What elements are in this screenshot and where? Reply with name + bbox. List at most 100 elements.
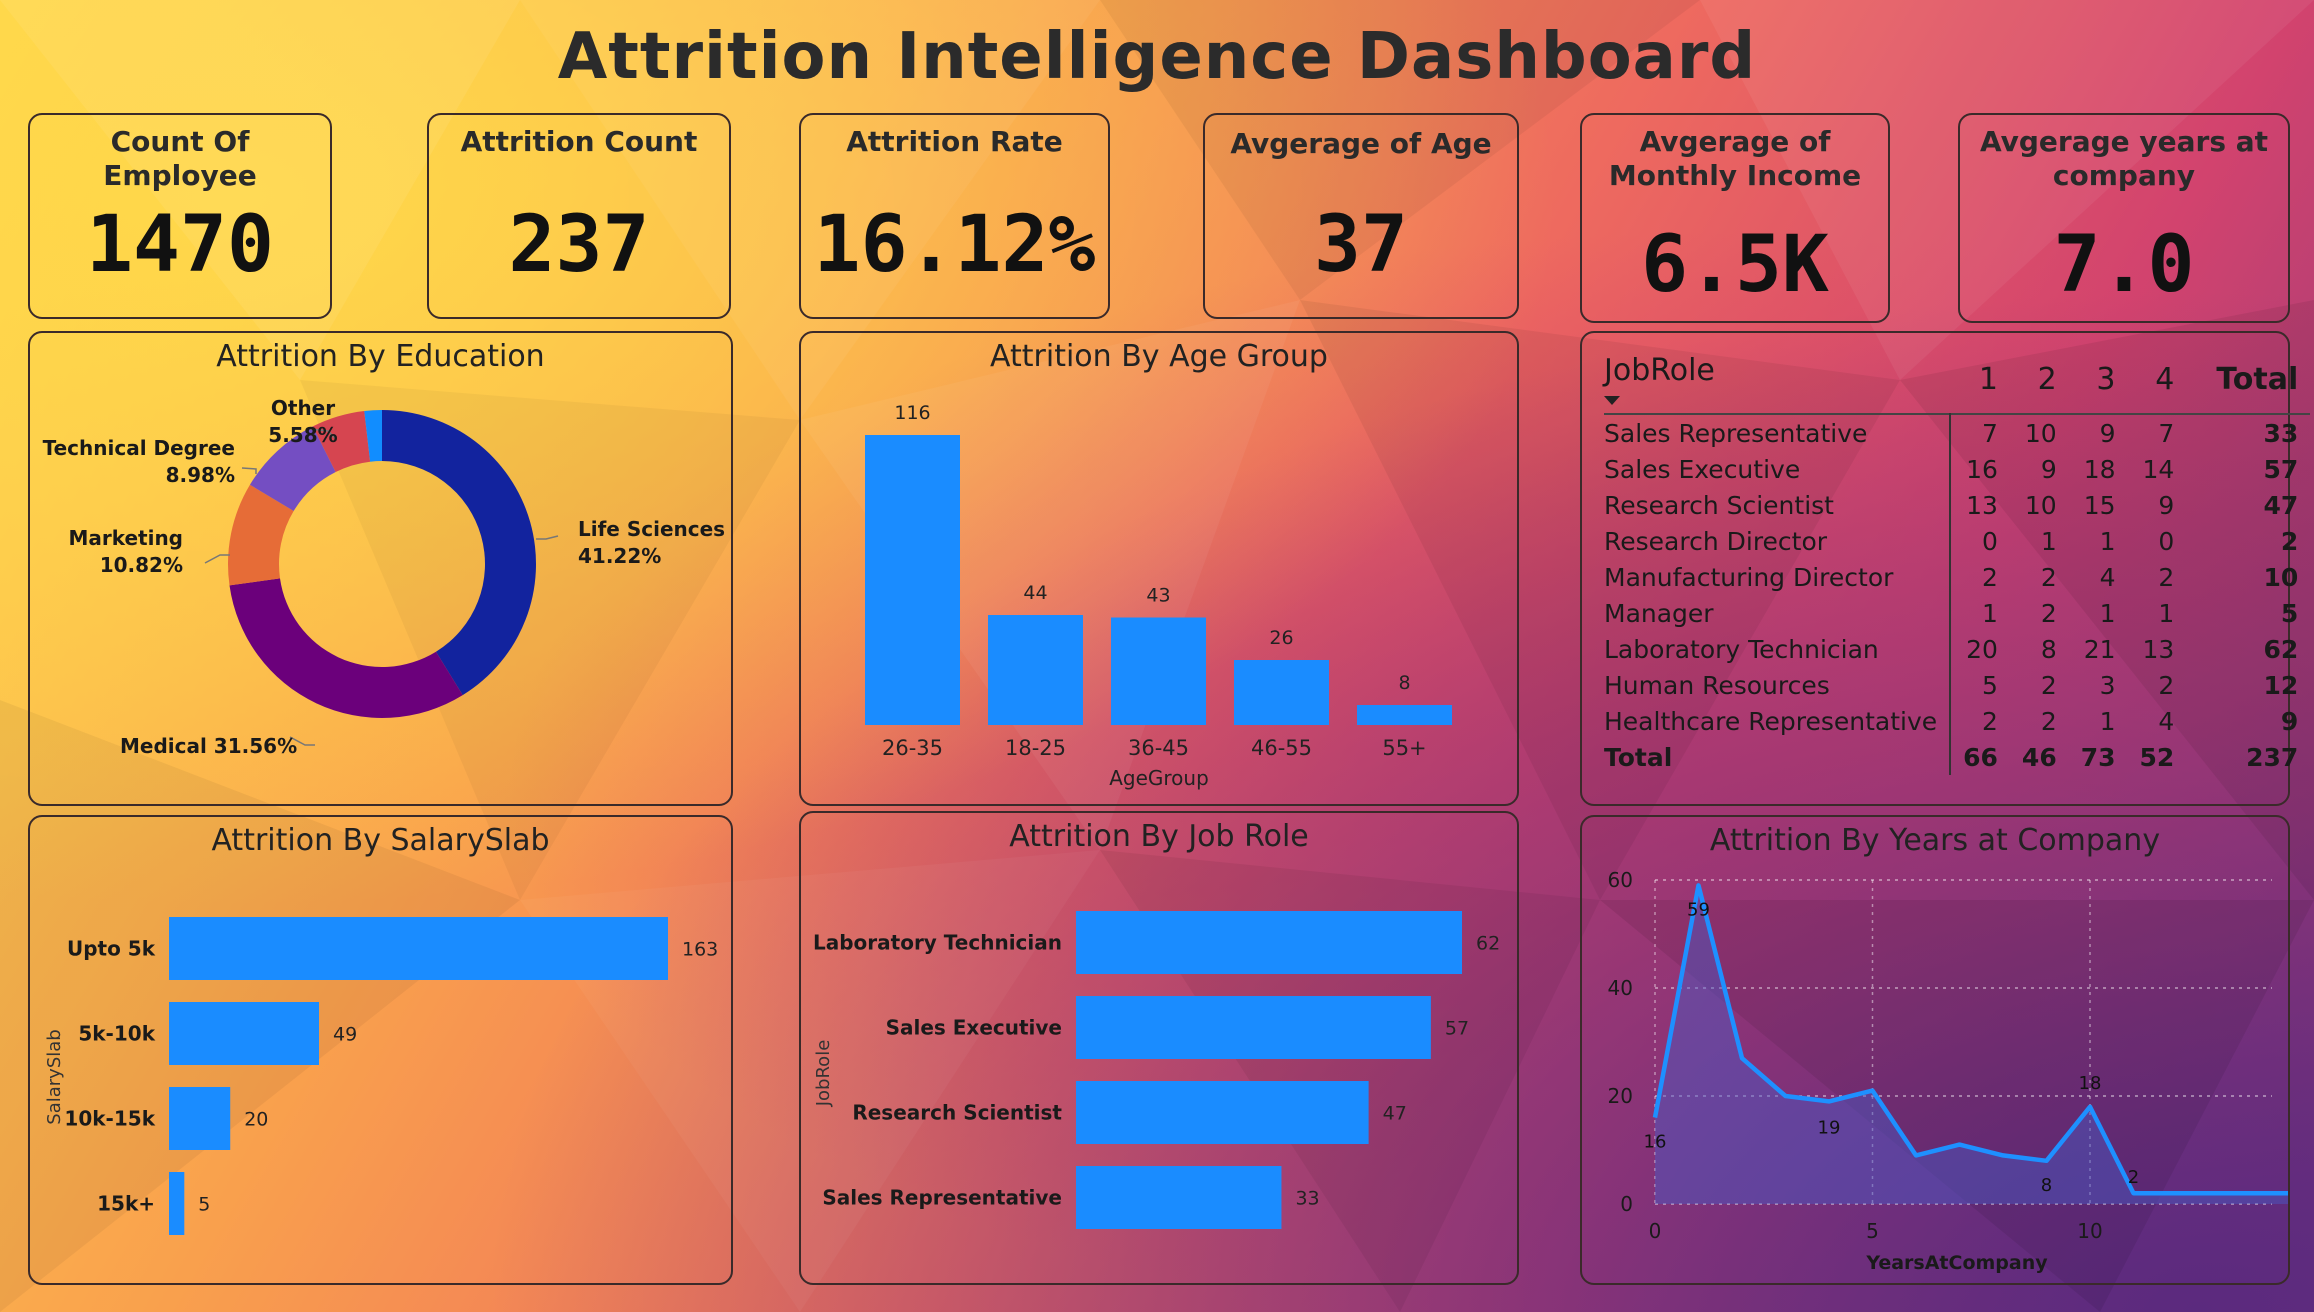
- age-bar[interactable]: [1357, 705, 1452, 725]
- matrix-value-cell: 1: [1949, 595, 2010, 631]
- kpi-card-average-age: Avgerage of Age 37: [1203, 113, 1519, 319]
- salary-bar[interactable]: [169, 917, 668, 980]
- matrix-value-cell: 2: [2040, 670, 2057, 700]
- matrix-value-cell: 15: [2083, 490, 2116, 520]
- years-area-fill: [1655, 885, 2288, 1204]
- salary-bar[interactable]: [169, 1002, 320, 1065]
- matrix-row[interactable]: Laboratory Technician 20 8 21 13 62: [1604, 631, 2310, 667]
- kpi-label: Count Of Employee: [103, 125, 257, 192]
- salary-category-label: Upto 5k: [67, 937, 156, 961]
- salary-chart-panel: Attrition By SalarySlab SalarySlab Upto …: [28, 815, 733, 1285]
- matrix-role-cell: Laboratory Technician: [1604, 634, 1879, 664]
- jobrole-value-label: 47: [1383, 1103, 1407, 1125]
- salary-bar[interactable]: [169, 1172, 185, 1235]
- age-tick-label: 55+: [1382, 736, 1426, 760]
- matrix-value-cell: 0: [1949, 523, 2010, 559]
- matrix-total-row[interactable]: Total 66 46 73 52 237: [1604, 739, 2310, 775]
- kpi-value: 237: [508, 200, 650, 290]
- matrix-role-cell: Human Resources: [1604, 670, 1830, 700]
- matrix-header-col-2[interactable]: 2: [2010, 353, 2069, 414]
- kpi-value: 6.5K: [1641, 220, 1829, 310]
- matrix-row[interactable]: Manufacturing Director 2 2 4 2 10: [1604, 559, 2310, 595]
- kpi-card-attrition-rate: Attrition Rate 16.12%: [799, 113, 1110, 319]
- matrix-row[interactable]: Research Director 0 1 1 0 2: [1604, 523, 2310, 559]
- matrix-row[interactable]: Sales Executive 16 9 18 14 57: [1604, 451, 2310, 487]
- matrix-value-cell: 18: [2083, 454, 2116, 484]
- salary-value-label: 5: [198, 1194, 210, 1216]
- matrix-header-col-4[interactable]: 4: [2128, 353, 2187, 414]
- matrix-value-cell: 16: [1949, 451, 2010, 487]
- matrix-value-cell: 0: [2158, 526, 2175, 556]
- donut-slice-life-sciences[interactable]: [382, 410, 536, 696]
- age-bar[interactable]: [1111, 617, 1206, 726]
- matrix-row[interactable]: Manager 1 2 1 1 5: [1604, 595, 2310, 631]
- matrix-total-cell: 237: [2246, 742, 2299, 772]
- matrix-value-cell: 8: [2040, 634, 2057, 664]
- matrix-value-cell: 4: [2099, 562, 2116, 592]
- age-bar-value-label: 26: [1269, 627, 1293, 649]
- jobrole-bar[interactable]: [1076, 1166, 1282, 1229]
- matrix-value-cell: 2: [1949, 559, 2010, 595]
- matrix-value-cell: 2: [2040, 598, 2057, 628]
- kpi-value: 16.12%: [813, 200, 1096, 290]
- label-medical: Medical 31.56%: [120, 734, 297, 758]
- salary-category-label: 5k-10k: [78, 1022, 155, 1046]
- matrix-value-cell: 2: [2158, 670, 2175, 700]
- jobrole-bar[interactable]: [1076, 996, 1431, 1059]
- matrix-role-cell: Sales Executive: [1604, 454, 1801, 484]
- matrix-role-cell: Sales Representative: [1604, 418, 1868, 448]
- matrix-value-cell: 9: [2099, 418, 2116, 448]
- salary-y-axis-label: SalarySlab: [44, 1029, 65, 1124]
- matrix-value-cell: 1: [2099, 526, 2116, 556]
- label-technical-degree: Technical Degree: [43, 436, 235, 460]
- years-y-tick-label: 0: [1620, 1192, 1633, 1216]
- jobrole-bar[interactable]: [1076, 911, 1462, 974]
- matrix-value-cell: 5: [1949, 667, 2010, 703]
- matrix-row[interactable]: Healthcare Representative 2 2 1 4 9: [1604, 703, 2310, 739]
- matrix-value-cell: 13: [2142, 634, 2175, 664]
- matrix-total-cell: 62: [2263, 634, 2299, 664]
- matrix-header-role[interactable]: JobRole: [1604, 353, 1950, 414]
- matrix-row[interactable]: Sales Representative 7 10 9 7 33: [1604, 414, 2310, 451]
- age-bar[interactable]: [988, 615, 1083, 725]
- matrix-value-cell: 2: [2158, 562, 2175, 592]
- salary-value-label: 163: [682, 939, 718, 961]
- kpi-card-attrition-count: Attrition Count 237: [427, 113, 731, 319]
- matrix-total-cell: 5: [2280, 598, 2299, 628]
- jobrole-category-label: Laboratory Technician: [813, 931, 1062, 955]
- kpi-label: Avgerage of Age: [1230, 127, 1492, 160]
- donut-slice-medical[interactable]: [229, 578, 463, 718]
- matrix-total-cell: 2: [2280, 526, 2299, 556]
- matrix-row[interactable]: Human Resources 5 2 3 2 12: [1604, 667, 2310, 703]
- matrix-role-cell: Manufacturing Director: [1604, 562, 1894, 592]
- matrix-value-cell: 2: [2040, 706, 2057, 736]
- label-marketing-pct: 10.82%: [100, 553, 183, 577]
- age-bar-value-label: 8: [1398, 672, 1410, 694]
- matrix-header-total[interactable]: Total: [2186, 353, 2310, 414]
- years-x-tick-label: 5: [1866, 1219, 1879, 1243]
- matrix-total-cell: 12: [2263, 670, 2299, 700]
- label-other: Other: [271, 396, 335, 420]
- matrix-value-cell: 52: [2139, 742, 2175, 772]
- age-group-bar-chart: AgeGroup 116 26-35 44 18-25 43 36-45 26 46-55 8 5…: [865, 402, 1452, 790]
- jobrole-y-axis-label: JobRole: [813, 1040, 834, 1108]
- age-bar-value-label: 44: [1023, 582, 1047, 604]
- age-bar[interactable]: [1234, 660, 1329, 725]
- matrix-header-col-3[interactable]: 3: [2069, 353, 2128, 414]
- age-bar[interactable]: [865, 435, 960, 725]
- matrix-total-cell: 9: [2280, 706, 2299, 736]
- matrix-row[interactable]: Research Scientist 13 10 15 9 47: [1604, 487, 2310, 523]
- years-x-tick-label: 10: [2077, 1219, 2102, 1243]
- matrix-value-cell: 1: [2099, 706, 2116, 736]
- years-y-tick-label: 40: [1608, 976, 1633, 1000]
- salary-bar[interactable]: [169, 1087, 231, 1150]
- kpi-label: Avgerage of Monthly Income: [1608, 125, 1862, 192]
- years-data-label: 16: [1644, 1132, 1667, 1153]
- matrix-header-col-1[interactable]: 1: [1950, 353, 2010, 414]
- kpi-label: Attrition Count: [460, 125, 698, 158]
- matrix-total-cell: 33: [2263, 418, 2299, 448]
- years-data-label: 18: [2079, 1073, 2102, 1094]
- sort-down-icon[interactable]: [1604, 396, 1620, 405]
- jobrole-bar[interactable]: [1076, 1081, 1369, 1144]
- years-chart-panel: Attrition By Years at Company YearsAtCom…: [1580, 815, 2290, 1285]
